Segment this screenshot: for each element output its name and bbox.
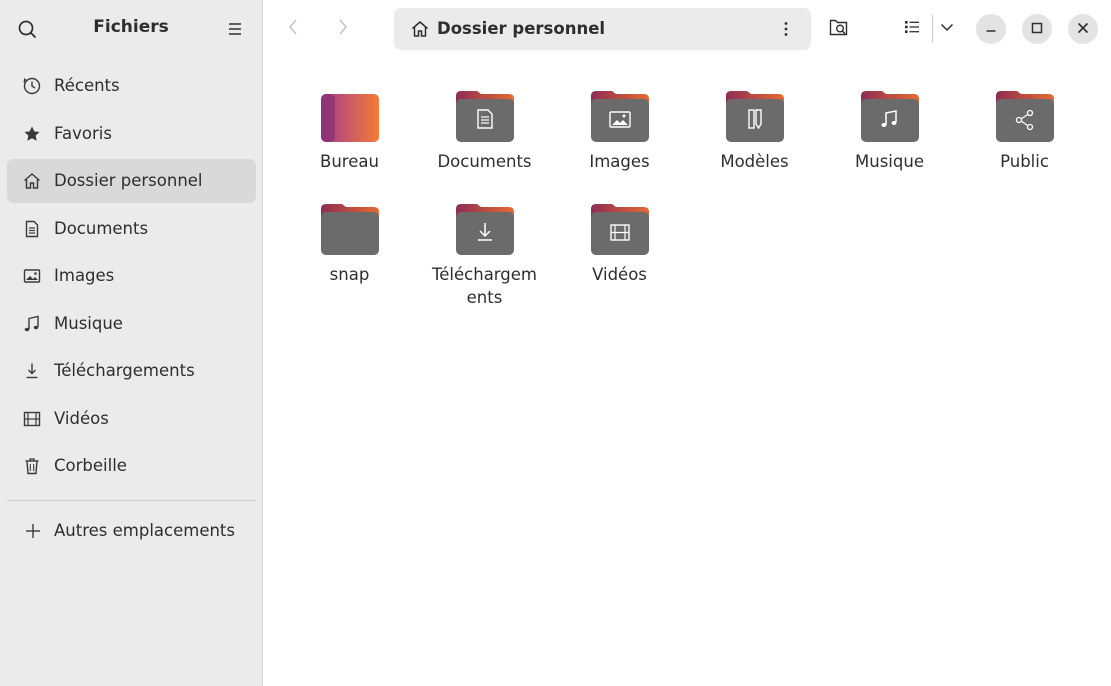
sidebar-item-images[interactable]: Images: [7, 254, 256, 298]
sidebar-item-downloads[interactable]: Téléchargements: [7, 349, 256, 393]
folder-label: Téléchargements: [432, 265, 537, 307]
sidebar-item-label: Corbeille: [54, 456, 127, 475]
path-bar[interactable]: Dossier personnel: [394, 8, 811, 50]
hamburger-menu-icon[interactable]: [222, 16, 248, 42]
sidebar-item-other-locations[interactable]: Autres emplacements: [7, 509, 256, 553]
folder-label: Modèles: [720, 152, 789, 171]
star-icon: [22, 124, 42, 144]
image-icon: [22, 266, 42, 286]
folder-item[interactable]: Téléchargements: [417, 199, 552, 309]
sidebar-item-recents[interactable]: Récents: [7, 64, 256, 108]
sidebar-item-label: Téléchargements: [54, 361, 195, 380]
sidebar-item-trash[interactable]: Corbeille: [7, 444, 256, 488]
music-icon: [22, 314, 42, 334]
music-folder-icon: [860, 86, 920, 142]
folder-item[interactable]: Documents: [417, 86, 552, 173]
home-icon: [22, 171, 42, 191]
desktop-folder-icon: [320, 86, 380, 142]
sidebar-item-label: Vidéos: [54, 408, 109, 428]
minimize-icon: [984, 20, 998, 39]
sidebar-places-list: Récents Favoris Dossier personnel Docume…: [0, 64, 263, 492]
maximize-icon: [1030, 20, 1044, 39]
sidebar-divider: [7, 500, 256, 501]
back-button[interactable]: [278, 14, 308, 44]
sidebar-item-label: Favoris: [54, 123, 112, 143]
sidebar: Fichiers Récents Favoris Dossier personn…: [0, 0, 263, 686]
film-icon: [22, 409, 42, 429]
minimize-button[interactable]: [976, 14, 1006, 44]
folder-item[interactable]: Images: [552, 86, 687, 173]
sidebar-item-label: Musique: [54, 313, 123, 333]
chevron-left-icon: [285, 17, 301, 41]
search-folder-icon: [827, 15, 851, 43]
folder-label: snap: [329, 265, 370, 284]
images-folder-icon: [590, 86, 650, 142]
sidebar-item-home[interactable]: Dossier personnel: [7, 159, 256, 203]
sidebar-item-documents[interactable]: Documents: [7, 207, 256, 251]
view-options-dropdown[interactable]: [932, 14, 962, 44]
clock-icon: [22, 76, 42, 96]
sidebar-item-label: Autres emplacements: [54, 521, 235, 540]
folder-label: Images: [589, 152, 650, 171]
public-share-folder-icon: [995, 86, 1055, 142]
home-icon: [410, 19, 430, 39]
current-location-label: Dossier personnel: [437, 19, 606, 38]
chevron-down-icon: [938, 18, 956, 40]
folder-icon: [320, 199, 380, 255]
folder-label: Documents: [437, 152, 532, 171]
folder-label: Bureau: [320, 152, 379, 171]
maximize-button[interactable]: [1022, 14, 1052, 44]
folder-label: Vidéos: [592, 265, 647, 284]
sidebar-item-label: Récents: [54, 76, 120, 95]
document-icon: [22, 219, 42, 239]
download-icon: [22, 361, 42, 381]
trash-icon: [22, 456, 42, 476]
documents-folder-icon: [455, 86, 515, 142]
folder-item[interactable]: Musique: [822, 86, 957, 173]
folder-label: Musique: [855, 152, 924, 171]
forward-button[interactable]: [328, 14, 358, 44]
search-button[interactable]: [824, 14, 854, 44]
sidebar-item-label: Documents: [54, 218, 149, 238]
folder-item[interactable]: Public: [957, 86, 1092, 173]
sidebar-item-videos[interactable]: Vidéos: [7, 397, 256, 441]
folder-item[interactable]: Bureau: [282, 86, 417, 173]
sidebar-header: Fichiers: [0, 0, 262, 56]
folder-item[interactable]: snap: [282, 199, 417, 286]
list-view-icon: [902, 17, 922, 41]
sidebar-item-label: Dossier personnel: [54, 171, 203, 190]
sidebar-item-favorites[interactable]: Favoris: [7, 112, 256, 156]
folder-item[interactable]: Vidéos: [552, 199, 687, 286]
vertical-dots-menu-icon[interactable]: [776, 19, 796, 39]
videos-folder-icon: [590, 199, 650, 255]
close-button[interactable]: [1068, 14, 1098, 44]
close-icon: [1076, 20, 1090, 39]
folder-label: Public: [1000, 152, 1049, 171]
templates-folder-icon: [725, 86, 785, 142]
sidebar-item-label: Images: [54, 266, 115, 285]
sidebar-item-music[interactable]: Musique: [7, 302, 256, 346]
view-toggle-button[interactable]: [897, 14, 927, 44]
chevron-right-icon: [335, 17, 351, 41]
downloads-folder-icon: [455, 199, 515, 255]
plus-icon: [23, 521, 43, 541]
folder-item[interactable]: Modèles: [687, 86, 822, 173]
